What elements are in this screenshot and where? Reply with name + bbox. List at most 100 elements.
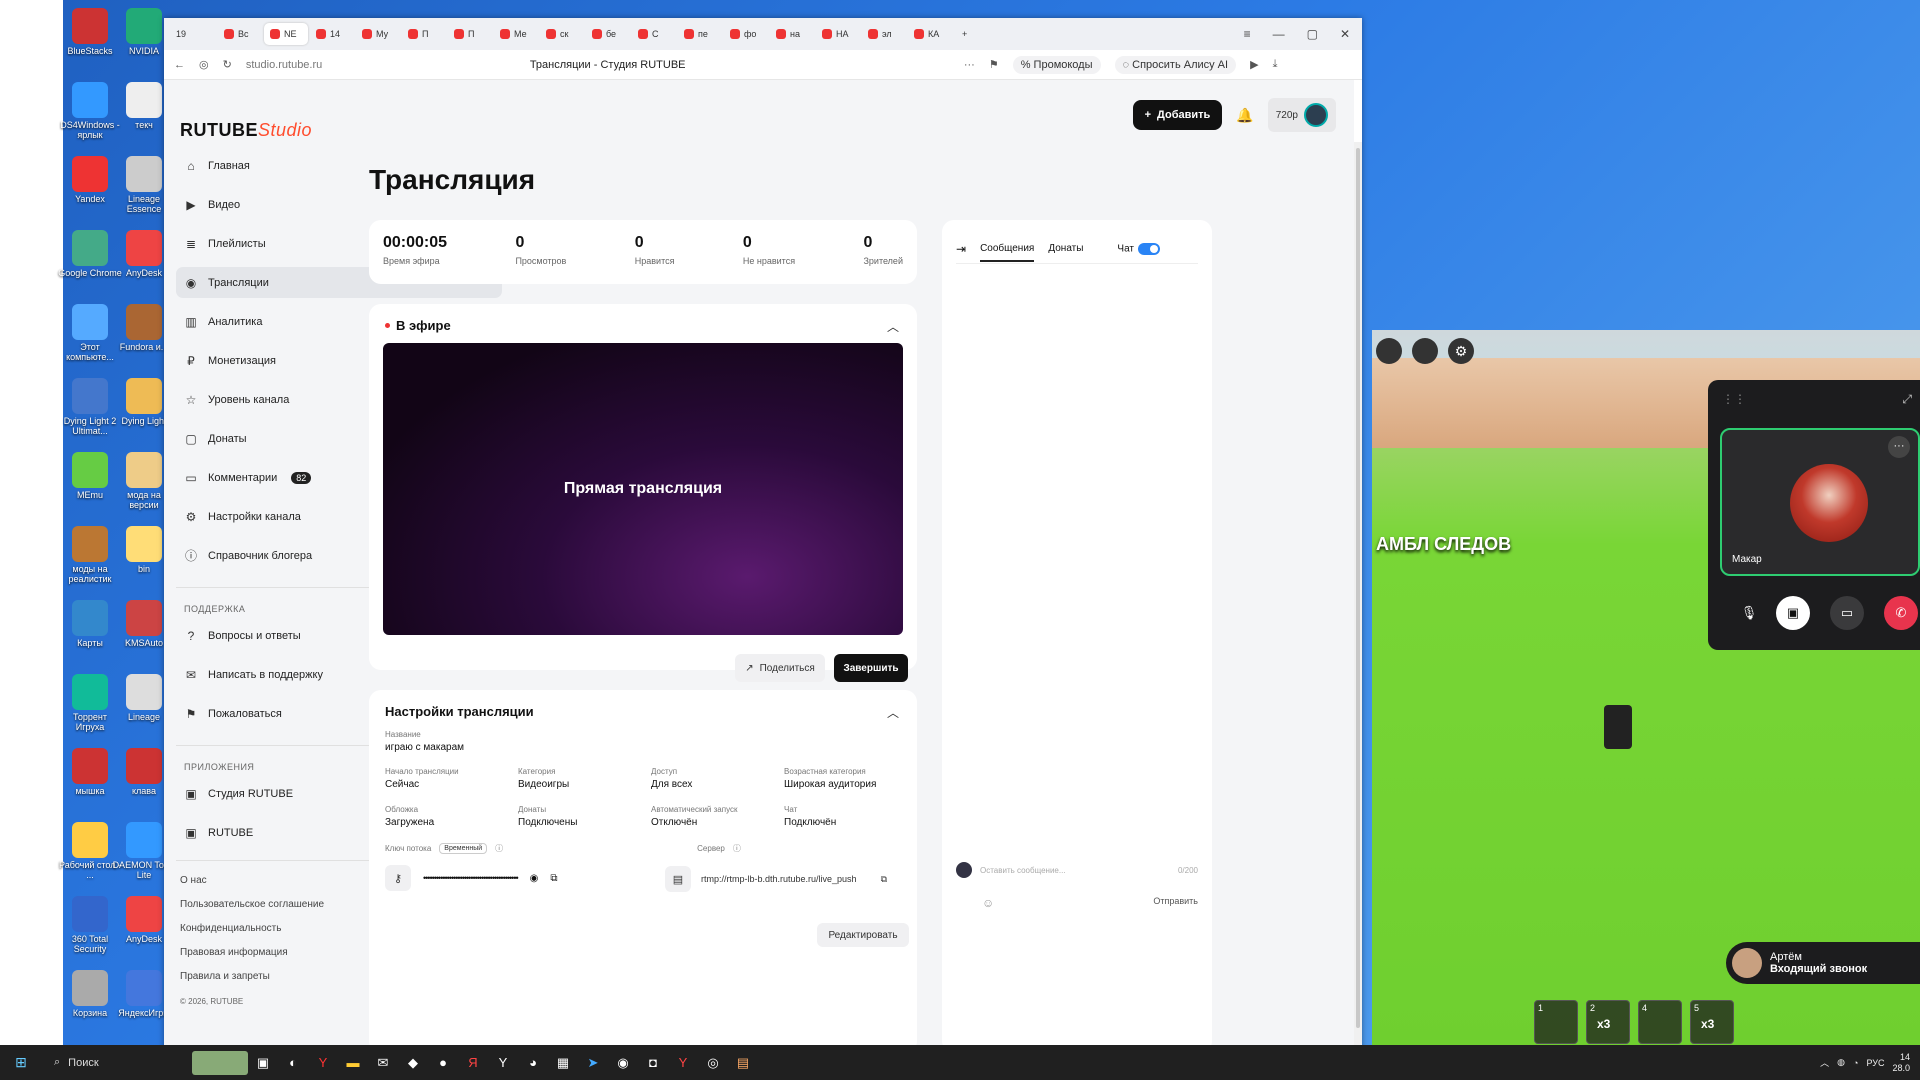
url-field[interactable]: studio.rutube.ru xyxy=(246,59,516,71)
chevron-up-icon[interactable]: ︿ xyxy=(887,318,899,335)
bookmark-icon[interactable]: ⚑ xyxy=(989,58,999,71)
game-chat-icon[interactable] xyxy=(1376,338,1402,364)
copy-icon[interactable]: ⧉ xyxy=(881,874,887,885)
discord-icon[interactable]: ◕ xyxy=(518,1051,548,1075)
maximize-icon[interactable]: ▢ xyxy=(1307,27,1318,41)
bell-icon[interactable]: 🔔 xyxy=(1236,107,1253,124)
yandex-music-icon[interactable]: Y xyxy=(488,1051,518,1075)
network-icon[interactable]: ◍ xyxy=(1837,1057,1845,1068)
help-icon[interactable]: ⓘ xyxy=(495,843,503,854)
browser-tab[interactable]: ск xyxy=(540,23,584,45)
volume-icon[interactable]: ◔ xyxy=(1853,1058,1858,1068)
tray-chevron-icon[interactable]: ︿ xyxy=(1820,1056,1829,1069)
game-backpack-icon[interactable] xyxy=(1412,338,1438,364)
game-settings-icon[interactable]: ⚙ xyxy=(1448,338,1474,364)
help-icon[interactable]: ⓘ xyxy=(733,843,741,854)
camera-off-icon[interactable]: ▣ xyxy=(1776,596,1810,630)
end-button[interactable]: Завершить xyxy=(834,654,908,682)
hotbar-slot[interactable]: 5 x3 xyxy=(1690,1000,1734,1044)
hotbar-slot[interactable]: 2 x3 xyxy=(1586,1000,1630,1044)
copy-icon[interactable]: ⧉ xyxy=(550,873,557,884)
telegram-icon[interactable]: ➤ xyxy=(578,1051,608,1075)
browser-tab[interactable]: Ме xyxy=(494,23,538,45)
more-icon[interactable]: ··· xyxy=(1888,436,1910,458)
promo-button[interactable]: % Промокоды xyxy=(1012,55,1101,74)
yandex-icon[interactable]: Y xyxy=(668,1051,698,1075)
yandex-icon[interactable]: ◎ xyxy=(199,58,209,71)
media-icon[interactable]: ▶ xyxy=(1250,58,1258,71)
browser-tab[interactable]: на xyxy=(770,23,814,45)
tab-count[interactable]: 19 xyxy=(170,23,214,45)
yandex-browser-icon[interactable]: Я xyxy=(458,1051,488,1075)
server-field[interactable]: rtmp://rtmp-lb-b.dth.rutube.ru/live_push xyxy=(701,874,857,884)
share-button[interactable]: ↗ Поделиться xyxy=(735,654,825,682)
browser-tab[interactable]: фо xyxy=(724,23,768,45)
more-icon[interactable]: ··· xyxy=(964,59,975,71)
roblox-icon[interactable]: ◆ xyxy=(398,1051,428,1075)
browser-tab[interactable]: П xyxy=(402,23,446,45)
new-tab-button[interactable]: + xyxy=(956,23,1000,45)
emoji-icon[interactable]: ☺ xyxy=(982,896,994,910)
video-player[interactable]: Прямая трансляция xyxy=(383,343,903,635)
chrome-icon[interactable]: ◉ xyxy=(608,1051,638,1075)
microphone-icon[interactable]: 🎙 xyxy=(1732,596,1766,630)
hotbar-slot[interactable]: 4 xyxy=(1638,1000,1682,1044)
yandex-taskbar-icon[interactable]: Y xyxy=(308,1051,338,1075)
send-button[interactable]: Отправить xyxy=(1153,896,1198,906)
browser-tab[interactable]: Вс xyxy=(218,23,262,45)
tab-label: П xyxy=(468,29,475,39)
eye-icon[interactable]: ◉ xyxy=(530,873,539,884)
screen-share-icon[interactable]: ▭ xyxy=(1830,596,1864,630)
browser-tab[interactable]: С xyxy=(632,23,676,45)
expand-icon[interactable]: ⤢ xyxy=(1902,392,1912,407)
windows-start-icon[interactable]: ⊞ xyxy=(0,1054,42,1071)
chat-input[interactable]: Оставить сообщение... xyxy=(980,866,1170,875)
call-window[interactable]: ⋮⋮ ⤢ ··· Макар 🎙 ▣ ▭ ✆ xyxy=(1708,380,1920,650)
browser-tab[interactable]: NE xyxy=(264,23,308,45)
edit-button[interactable]: Редактировать xyxy=(817,923,909,947)
quality-selector[interactable]: 720p xyxy=(1267,98,1336,132)
tab-messages[interactable]: Сообщения xyxy=(980,243,1035,262)
collapse-panel-icon[interactable]: ⇥ xyxy=(956,242,966,256)
calculator-icon[interactable]: ▦ xyxy=(548,1051,578,1075)
app-icon[interactable]: ● xyxy=(428,1051,458,1075)
downloads-icon[interactable]: ⤓ xyxy=(1273,58,1278,71)
key-icon: ⚷ xyxy=(385,865,411,891)
alice-button[interactable]: ◌ Спросить Алису AI xyxy=(1114,55,1237,74)
avatar[interactable] xyxy=(1304,103,1328,127)
reload-icon[interactable]: ↻ xyxy=(223,58,232,71)
add-button[interactable]: + Добавить xyxy=(1132,100,1223,130)
browser-tab[interactable]: П xyxy=(448,23,492,45)
clock[interactable]: 14 28.0 xyxy=(1892,1052,1910,1074)
browser-tab[interactable]: эл xyxy=(862,23,906,45)
browser-tab[interactable]: пе xyxy=(678,23,722,45)
browser-tab[interactable]: КА xyxy=(908,23,952,45)
mail-icon[interactable]: ✉ xyxy=(368,1051,398,1075)
drag-handle-icon[interactable]: ⋮⋮ xyxy=(1722,392,1746,406)
close-icon[interactable]: ✕ xyxy=(1340,27,1350,41)
chat-toggle[interactable] xyxy=(1138,242,1161,255)
browser-tab[interactable]: Му xyxy=(356,23,400,45)
browser-tab[interactable]: 14 xyxy=(310,23,354,45)
incoming-call-notification[interactable]: Артём Входящий звонок xyxy=(1726,942,1920,984)
chevron-up-icon[interactable]: ︿ xyxy=(887,704,899,721)
studio-logo[interactable]: RUTUBEStudio xyxy=(180,120,312,141)
edge-icon[interactable]: ◐ xyxy=(278,1051,308,1075)
back-icon[interactable]: ← xyxy=(174,59,185,71)
hangup-icon[interactable]: ✆ xyxy=(1884,596,1918,630)
task-view-icon[interactable]: ▣ xyxy=(248,1051,278,1075)
tab-donates[interactable]: Донаты xyxy=(1048,243,1083,254)
explorer-icon[interactable]: ▬ xyxy=(338,1051,368,1075)
minimize-icon[interactable]: — xyxy=(1273,27,1285,41)
language-indicator[interactable]: РУС xyxy=(1866,1058,1884,1068)
taskbar-search[interactable]: ⌕ Поиск xyxy=(42,1050,192,1076)
menu-icon[interactable]: ≡ xyxy=(1244,27,1251,41)
app3-icon[interactable]: ◎ xyxy=(698,1051,728,1075)
app4-icon[interactable]: ▤ xyxy=(728,1051,758,1075)
stream-key-field[interactable]: ••••••••••••••••••••••••••••••••••••••••… xyxy=(423,873,519,883)
hotbar-slot[interactable]: 1 xyxy=(1534,1000,1578,1044)
browser-tab[interactable]: бе xyxy=(586,23,630,45)
scrollbar[interactable] xyxy=(1354,142,1362,1080)
browser-tab[interactable]: НА xyxy=(816,23,860,45)
app2-icon[interactable]: ◘ xyxy=(638,1051,668,1075)
